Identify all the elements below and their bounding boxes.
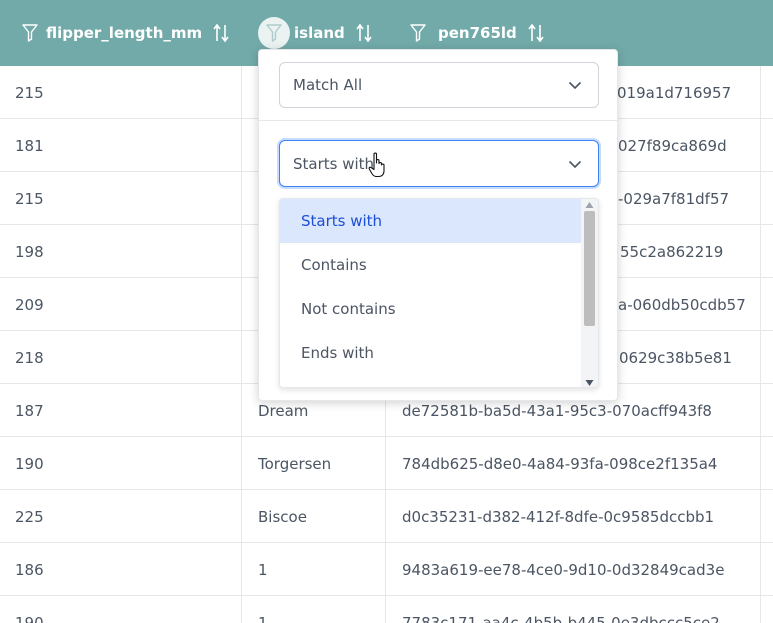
scrollbar-thumb[interactable] xyxy=(584,211,595,326)
cell-pen765ld: a-060db50cdb57 xyxy=(618,295,746,314)
scroll-up-arrow-icon[interactable] xyxy=(585,201,594,209)
filter-icon[interactable] xyxy=(410,24,426,42)
cell-flipper-length: 181 xyxy=(15,136,44,155)
chevron-down-icon[interactable] xyxy=(568,158,582,170)
cell-flipper-length: 186 xyxy=(15,560,44,579)
option-contains[interactable]: Contains xyxy=(280,243,583,287)
cell-island: 1 xyxy=(258,560,268,579)
table-row[interactable]: 190 Torgersen 784db625-d8e0-4a84-93fa-09… xyxy=(0,437,773,490)
chevron-down-icon[interactable] xyxy=(568,79,582,91)
filter-constraint-value: Starts with xyxy=(293,154,375,173)
filter-icon[interactable] xyxy=(258,17,290,49)
hand-pointer-cursor-icon xyxy=(368,152,386,178)
cell-pen765ld: 027f89ca869d xyxy=(618,136,727,155)
cell-flipper-length: 198 xyxy=(15,242,44,261)
overlay-divider xyxy=(259,120,617,121)
sort-icon[interactable] xyxy=(355,23,373,43)
cell-island: Biscoe xyxy=(258,507,307,526)
sort-icon[interactable] xyxy=(527,23,545,43)
column-label: flipper_length_mm xyxy=(46,24,203,42)
cell-island: Torgersen xyxy=(258,454,332,473)
column-label: pen765ld xyxy=(438,24,517,42)
cell-pen765ld: 0629c38b5e81 xyxy=(619,348,732,367)
cell-pen765ld: 7783c171-aa4c-4b5b-b445-0e3dbccc5ce2 xyxy=(402,613,720,623)
column-label: island xyxy=(294,24,345,42)
cell-flipper-length: 225 xyxy=(15,507,44,526)
cell-flipper-length: 215 xyxy=(15,189,44,208)
filter-constraint-options-list: Starts with Contains Not contains Ends w… xyxy=(279,198,599,388)
sort-icon[interactable] xyxy=(212,23,230,43)
options-scrollbar[interactable] xyxy=(581,199,598,387)
cell-flipper-length: 187 xyxy=(15,401,44,420)
cell-flipper-length: 215 xyxy=(15,83,44,102)
option-starts-with[interactable]: Starts with xyxy=(280,199,583,243)
table-row[interactable]: 225 Biscoe d0c35231-d382-412f-8dfe-0c958… xyxy=(0,490,773,543)
cell-island: 1 xyxy=(258,613,268,623)
filter-constraint-dropdown[interactable]: Starts with xyxy=(279,140,599,187)
cell-flipper-length: 209 xyxy=(15,295,44,314)
table-row[interactable]: 186 1 9483a619-ee78-4ce0-9d10-0d32849cad… xyxy=(0,543,773,596)
cell-pen765ld: -029a7f81df57 xyxy=(618,189,730,208)
filter-match-mode-dropdown[interactable]: Match All xyxy=(279,62,599,108)
column-header-flipper-length[interactable]: flipper_length_mm xyxy=(22,0,230,66)
option-ends-with[interactable]: Ends with xyxy=(280,331,583,375)
filter-icon[interactable] xyxy=(22,24,38,42)
cell-flipper-length: 190 xyxy=(15,454,44,473)
cell-flipper-length: 218 xyxy=(15,348,44,367)
scroll-down-arrow-icon[interactable] xyxy=(585,379,594,387)
cell-pen765ld: d0c35231-d382-412f-8dfe-0c9585dccbb1 xyxy=(402,507,715,526)
cell-flipper-length: 190 xyxy=(15,613,44,623)
cell-pen765ld: 55c2a862219 xyxy=(620,242,724,261)
option-not-contains[interactable]: Not contains xyxy=(280,287,583,331)
cell-pen765ld: 019a1d716957 xyxy=(617,83,732,102)
cell-pen765ld: 9483a619-ee78-4ce0-9d10-0d32849cad3e xyxy=(402,560,725,579)
column-filter-overlay: Match All Starts with Starts with Contai… xyxy=(258,49,618,401)
filter-match-mode-value: Match All xyxy=(293,76,363,94)
cell-pen765ld: 784db625-d8e0-4a84-93fa-098ce2f135a4 xyxy=(402,454,718,473)
table-row[interactable]: 190 1 7783c171-aa4c-4b5b-b445-0e3dbccc5c… xyxy=(0,596,773,623)
